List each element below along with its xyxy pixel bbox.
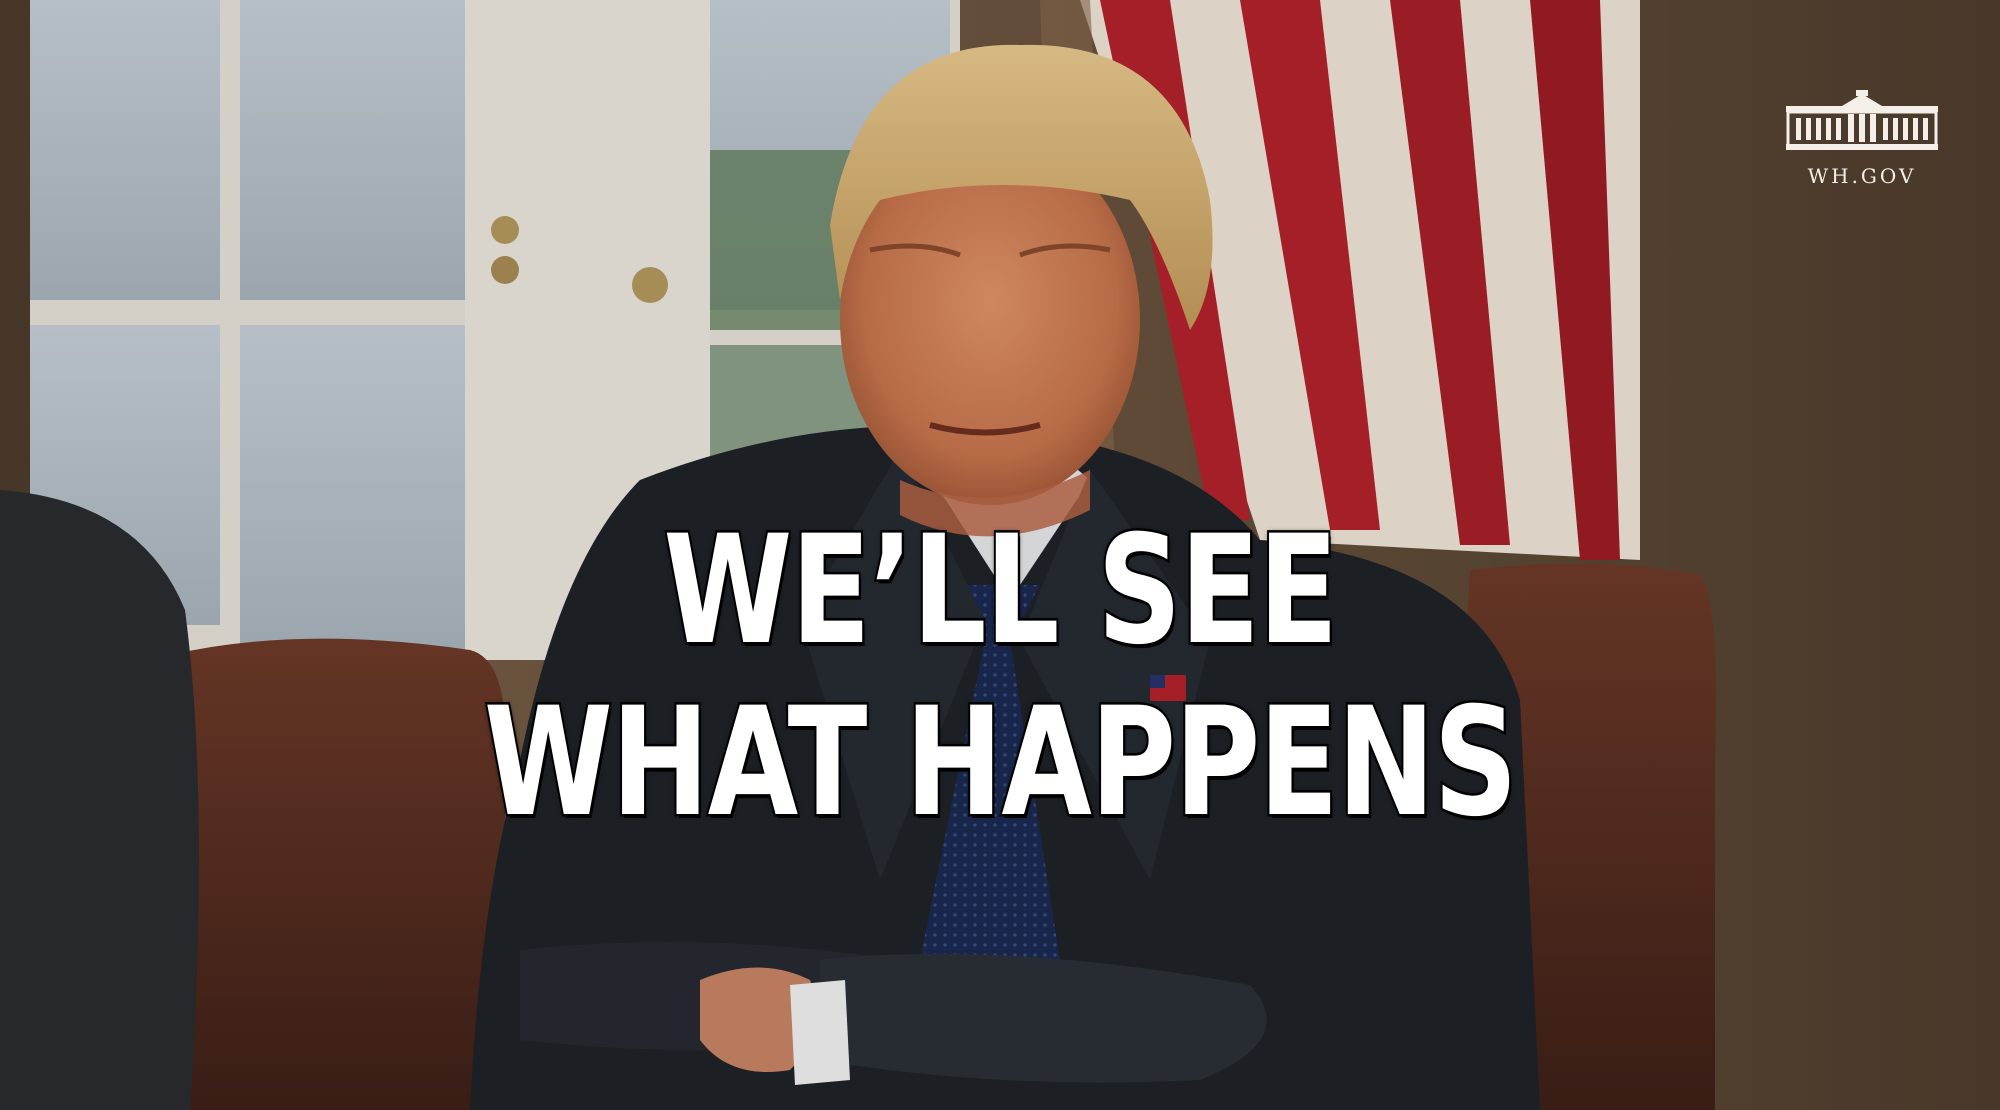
meme-caption: WE’LL SEE WHAT HAPPENS <box>220 503 1780 852</box>
watermark-text: WH.GOV <box>1807 164 1917 188</box>
caption-line-2: WHAT HAPPENS <box>482 675 1520 852</box>
white-house-icon <box>1786 90 1938 150</box>
wh-gov-watermark: WH.GOV <box>1772 88 1952 208</box>
caption-line-1: WE’LL SEE <box>661 503 1340 680</box>
video-frame: WE’LL SEE WHAT HAPPENS WH.GOV <box>0 0 2000 1110</box>
